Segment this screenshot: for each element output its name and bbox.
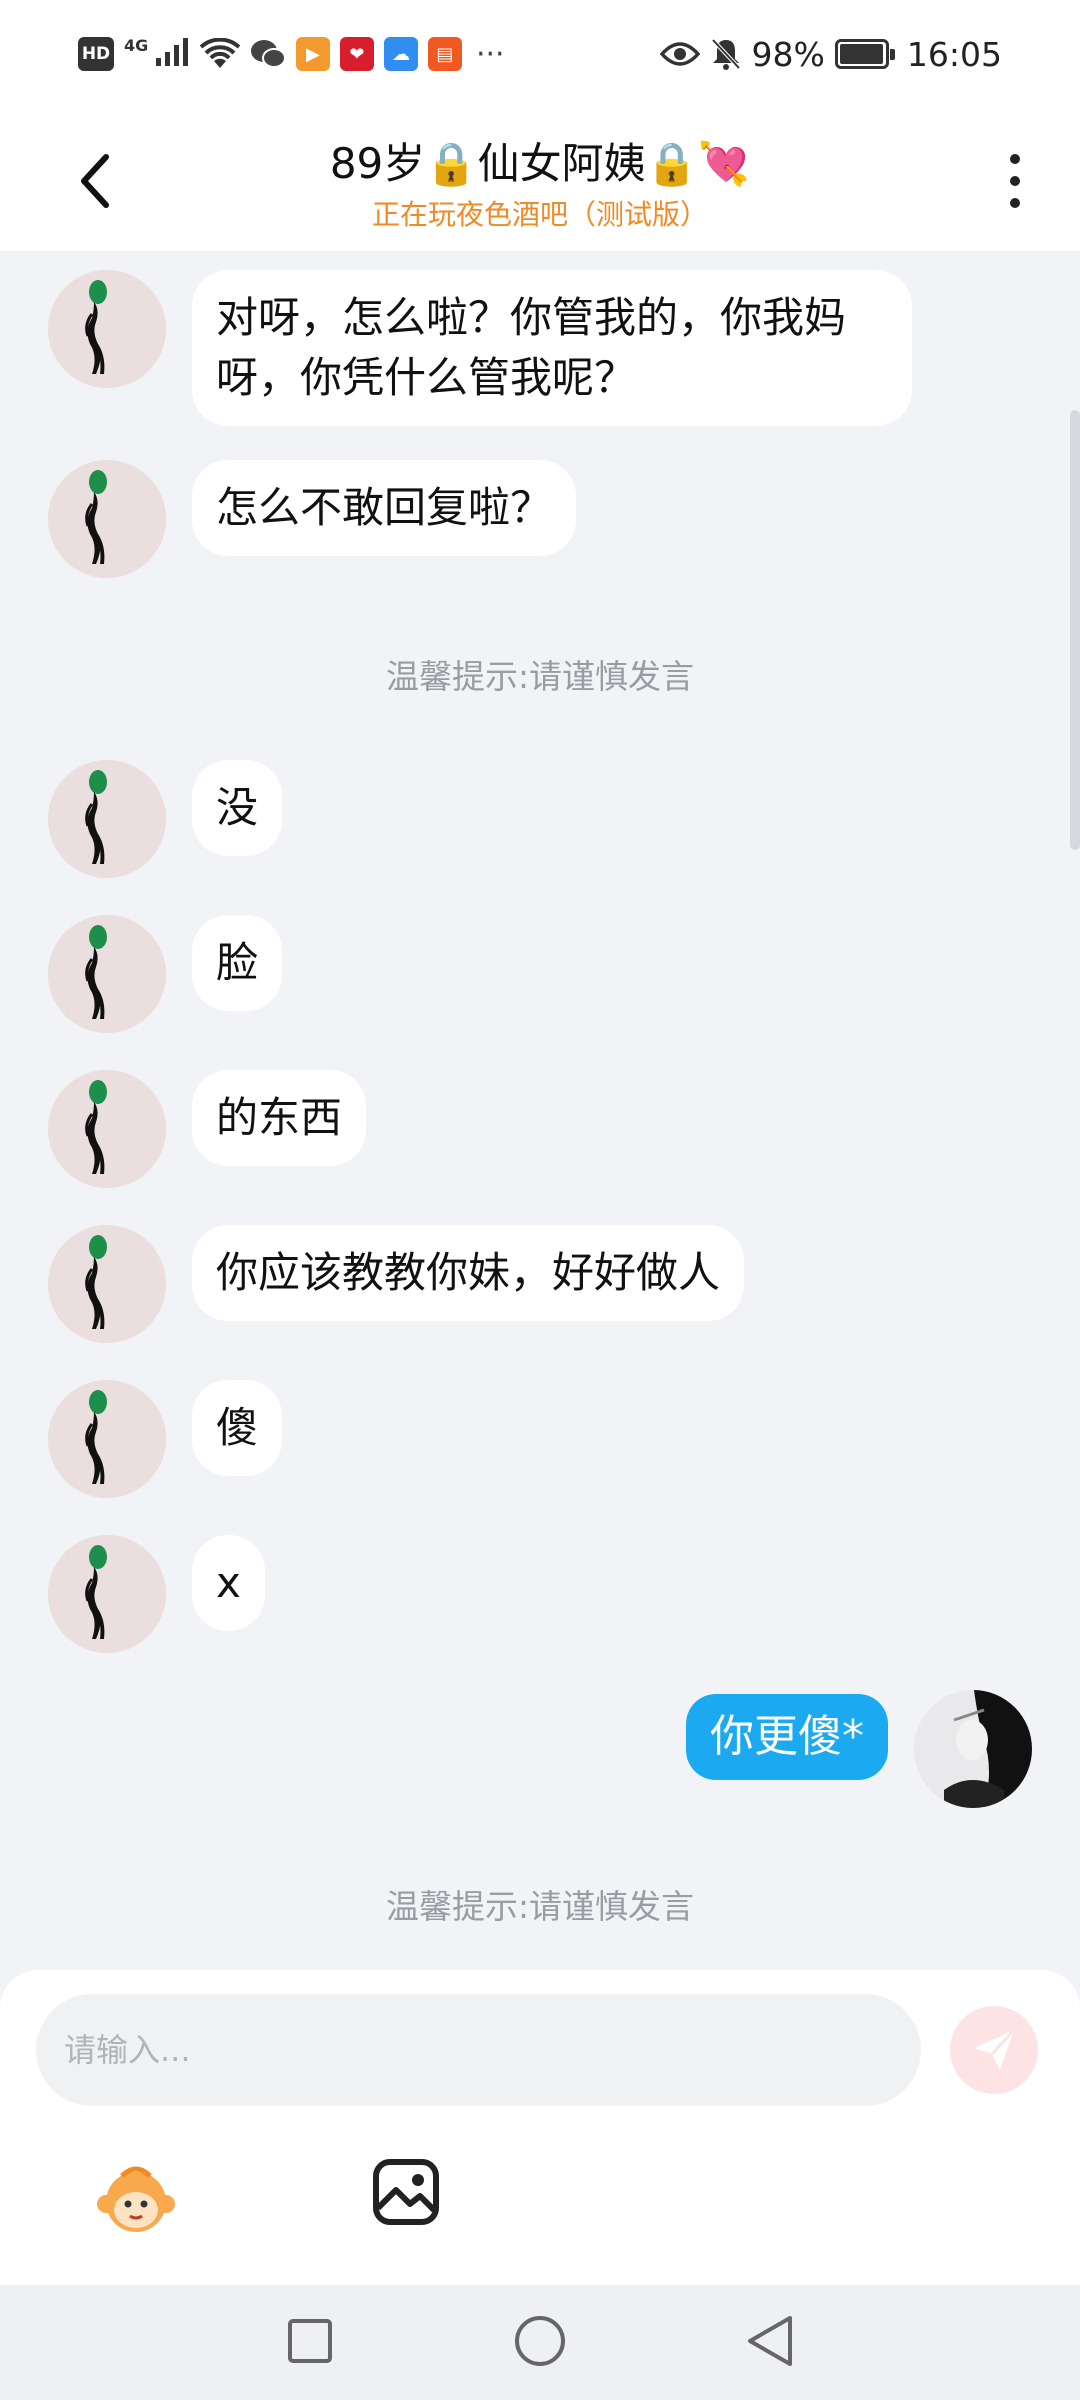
triangle-back-icon <box>748 2316 792 2366</box>
4g-signal-icon: 4G <box>124 36 190 72</box>
message-row: 没 <box>48 760 283 878</box>
chat-subtitle: 正在玩夜色酒吧（测试版） <box>371 198 708 231</box>
message-input-wrapper <box>36 1994 921 2106</box>
paper-plane-icon <box>974 2028 1016 2070</box>
square-icon <box>288 2319 332 2363</box>
message-bubble[interactable]: 的东西 <box>192 1070 367 1166</box>
chevron-left-icon <box>81 154 109 208</box>
mute-bell-icon <box>711 38 740 70</box>
avatar[interactable] <box>48 460 166 578</box>
warning-notice: 温馨提示:请谨慎发言 <box>385 657 695 696</box>
message-input[interactable] <box>64 2031 921 2069</box>
back-button[interactable] <box>60 146 130 216</box>
wifi-icon <box>199 38 240 68</box>
battery-icon <box>834 39 895 69</box>
eye-icon <box>659 42 700 66</box>
message-bubble[interactable]: 没 <box>192 760 283 856</box>
avatar[interactable] <box>48 1225 166 1343</box>
home-button[interactable] <box>510 2311 570 2371</box>
own-message-bubble[interactable]: 你更傻* <box>686 1694 888 1780</box>
avatar[interactable] <box>48 760 166 878</box>
emoji-sticker-icon[interactable] <box>92 2154 180 2242</box>
message-row: 的东西 <box>48 1070 367 1188</box>
message-row: 脸 <box>48 915 283 1033</box>
warning-notice: 温馨提示:请谨慎发言 <box>385 1887 695 1926</box>
message-bubble[interactable]: 对呀，怎么啦？你管我的，你我妈呀，你凭什么管我呢？ <box>192 270 912 426</box>
message-row: x <box>48 1535 265 1653</box>
own-message-row: 你更傻* <box>686 1690 1032 1808</box>
status-icons-right: 98% 16:05 <box>659 30 1002 78</box>
message-row: 怎么不敢回复啦？ <box>48 460 577 578</box>
status-icons-left: HD 4G ▶ ❤ ☁ ▤ ··· <box>78 30 505 78</box>
clock: 16:05 <box>906 34 1002 74</box>
avatar[interactable] <box>48 270 166 388</box>
battery-fill <box>839 44 883 64</box>
recent-apps-button[interactable] <box>280 2311 340 2371</box>
video-app-icon: ▶ <box>295 37 330 71</box>
more-dots-icon: ··· <box>475 36 505 72</box>
chat-title: 89岁🔒仙女阿姨🔒💘 <box>329 139 751 188</box>
wechat-icon <box>250 40 286 68</box>
message-bubble[interactable]: 傻 <box>192 1380 283 1476</box>
message-bubble[interactable]: 你应该教教你妹，好好做人 <box>192 1225 745 1321</box>
hd-icon: HD <box>78 37 114 71</box>
chat-header: 89岁🔒仙女阿姨🔒💘 正在玩夜色酒吧（测试版） <box>0 108 1080 252</box>
title-block: 89岁🔒仙女阿姨🔒💘 正在玩夜色酒吧（测试版） <box>240 130 840 233</box>
app-orange-icon: ▤ <box>427 37 462 71</box>
more-dot <box>1010 176 1020 186</box>
avatar[interactable] <box>48 915 166 1033</box>
battery-percent: 98% <box>751 34 825 74</box>
message-bubble[interactable]: 怎么不敢回复啦？ <box>192 460 577 556</box>
scrollbar[interactable] <box>1070 410 1080 850</box>
own-avatar[interactable] <box>914 1690 1032 1808</box>
status-bar: HD 4G ▶ ❤ ☁ ▤ ··· 98% 16:05 <box>0 0 1080 108</box>
avatar[interactable] <box>48 1380 166 1498</box>
more-dot <box>1010 154 1020 164</box>
circle-icon <box>515 2316 565 2366</box>
image-icon[interactable] <box>370 2156 442 2228</box>
more-dot <box>1010 198 1020 208</box>
message-bubble[interactable]: x <box>192 1535 265 1631</box>
system-nav-bar <box>0 2285 1080 2400</box>
input-panel <box>0 1970 1080 2285</box>
avatar[interactable] <box>48 1535 166 1653</box>
cloud-app-icon: ☁ <box>383 37 418 71</box>
back-nav-button[interactable] <box>740 2311 800 2371</box>
more-options-button[interactable] <box>990 146 1040 216</box>
avatar[interactable] <box>48 1070 166 1188</box>
network-label: 4G <box>124 36 149 55</box>
message-row: 你应该教教你妹，好好做人 <box>48 1225 745 1343</box>
message-row: 对呀，怎么啦？你管我的，你我妈呀，你凭什么管我呢？ <box>48 270 912 426</box>
message-bubble[interactable]: 脸 <box>192 915 283 1011</box>
send-button[interactable] <box>950 2006 1038 2094</box>
message-row: 傻 <box>48 1380 283 1498</box>
app-red-icon: ❤ <box>339 37 374 71</box>
